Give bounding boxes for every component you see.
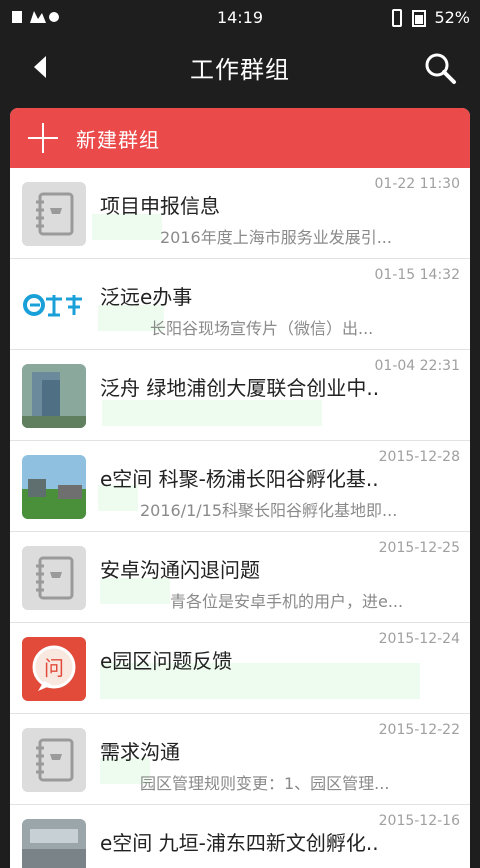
group-name: 需求沟通 xyxy=(100,740,180,764)
group-preview: 长阳谷现场宣传片（微信）出... xyxy=(150,319,374,338)
notebook-avatar xyxy=(22,728,86,792)
group-preview: 园区管理规则变更：1、园区管理... xyxy=(140,774,390,793)
group-time: 2015-12-22 xyxy=(378,722,460,738)
notebook-avatar xyxy=(22,182,86,246)
highlight-overlay xyxy=(102,400,322,426)
feedback-icon: 问 xyxy=(22,637,86,701)
group-time: 2015-12-16 xyxy=(378,813,460,829)
building-icon xyxy=(22,364,86,428)
group-preview: 青各位是安卓手机的用户，进e... xyxy=(170,592,404,611)
group-name: 项目申报信息 xyxy=(100,194,220,218)
notebook-avatar xyxy=(22,546,86,610)
notebook-icon xyxy=(22,728,86,792)
page-title: 工作群组 xyxy=(190,56,290,84)
park-icon xyxy=(22,455,86,519)
group-name: e园区问题反馈 xyxy=(100,649,233,673)
plus-icon xyxy=(28,123,58,153)
group-list-card: 新建群组 项目申报信息 01-22 11:30 2016年度上海市服务业发展引.… xyxy=(10,108,470,868)
vibrate-icon xyxy=(392,8,403,27)
notebook-icon xyxy=(22,546,86,610)
group-name: e空间 九垣-浦东四新文创孵化.. xyxy=(100,831,379,855)
group-name: 安卓沟通闪退问题 xyxy=(100,558,260,582)
e-ban-shi-logo-icon xyxy=(23,294,82,317)
office-photo xyxy=(22,819,86,868)
svg-text:问: 问 xyxy=(44,656,64,680)
group-row[interactable]: e空间 科聚-杨浦长阳谷孵化基.. 2015-12-28 2016/1/15科聚… xyxy=(10,441,470,532)
search-icon[interactable] xyxy=(422,50,458,86)
group-time: 01-22 11:30 xyxy=(374,176,460,192)
group-time: 2015-12-25 xyxy=(378,540,460,556)
group-row[interactable]: 需求沟通 2015-12-22 园区管理规则变更：1、园区管理... xyxy=(10,714,470,805)
notebook-icon xyxy=(22,182,86,246)
group-row[interactable]: 泛舟 绿地浦创大厦联合创业中.. 01-04 22:31 xyxy=(10,350,470,441)
group-preview: 2016/1/15科聚长阳谷孵化基地即... xyxy=(140,501,398,520)
group-row[interactable]: 安卓沟通闪退问题 2015-12-25 青各位是安卓手机的用户，进e... xyxy=(10,532,470,623)
e-ban-shi-logo xyxy=(22,273,86,337)
building-photo xyxy=(22,364,86,428)
group-row[interactable]: 问 e园区问题反馈 2015-12-24 xyxy=(10,623,470,714)
group-name: e空间 科聚-杨浦长阳谷孵化基.. xyxy=(100,467,379,491)
battery-percent: 52% xyxy=(434,8,470,27)
battery-icon xyxy=(412,9,427,27)
group-time: 01-04 22:31 xyxy=(374,358,460,374)
group-row[interactable]: 项目申报信息 01-22 11:30 2016年度上海市服务业发展引... xyxy=(10,168,470,259)
park-photo xyxy=(22,455,86,519)
new-group-button[interactable]: 新建群组 xyxy=(10,108,470,168)
status-bar: 14:19 52% xyxy=(0,0,480,34)
group-row[interactable]: 泛远e办事 01-15 14:32 长阳谷现场宣传片（微信）出... xyxy=(10,259,470,350)
group-name: 泛远e办事 xyxy=(100,285,193,309)
group-time: 01-15 14:32 xyxy=(374,267,460,283)
feedback-avatar: 问 xyxy=(22,637,86,701)
office-icon xyxy=(22,819,86,868)
group-time: 2015-12-28 xyxy=(378,449,460,465)
group-row[interactable]: e空间 九垣-浦东四新文创孵化.. 2015-12-16 xyxy=(10,805,470,868)
group-time: 2015-12-24 xyxy=(378,631,460,647)
new-group-label: 新建群组 xyxy=(76,127,160,152)
group-preview: 2016年度上海市服务业发展引... xyxy=(160,228,392,247)
app-header: 工作群组 xyxy=(0,34,480,100)
group-name: 泛舟 绿地浦创大厦联合创业中.. xyxy=(100,376,380,400)
